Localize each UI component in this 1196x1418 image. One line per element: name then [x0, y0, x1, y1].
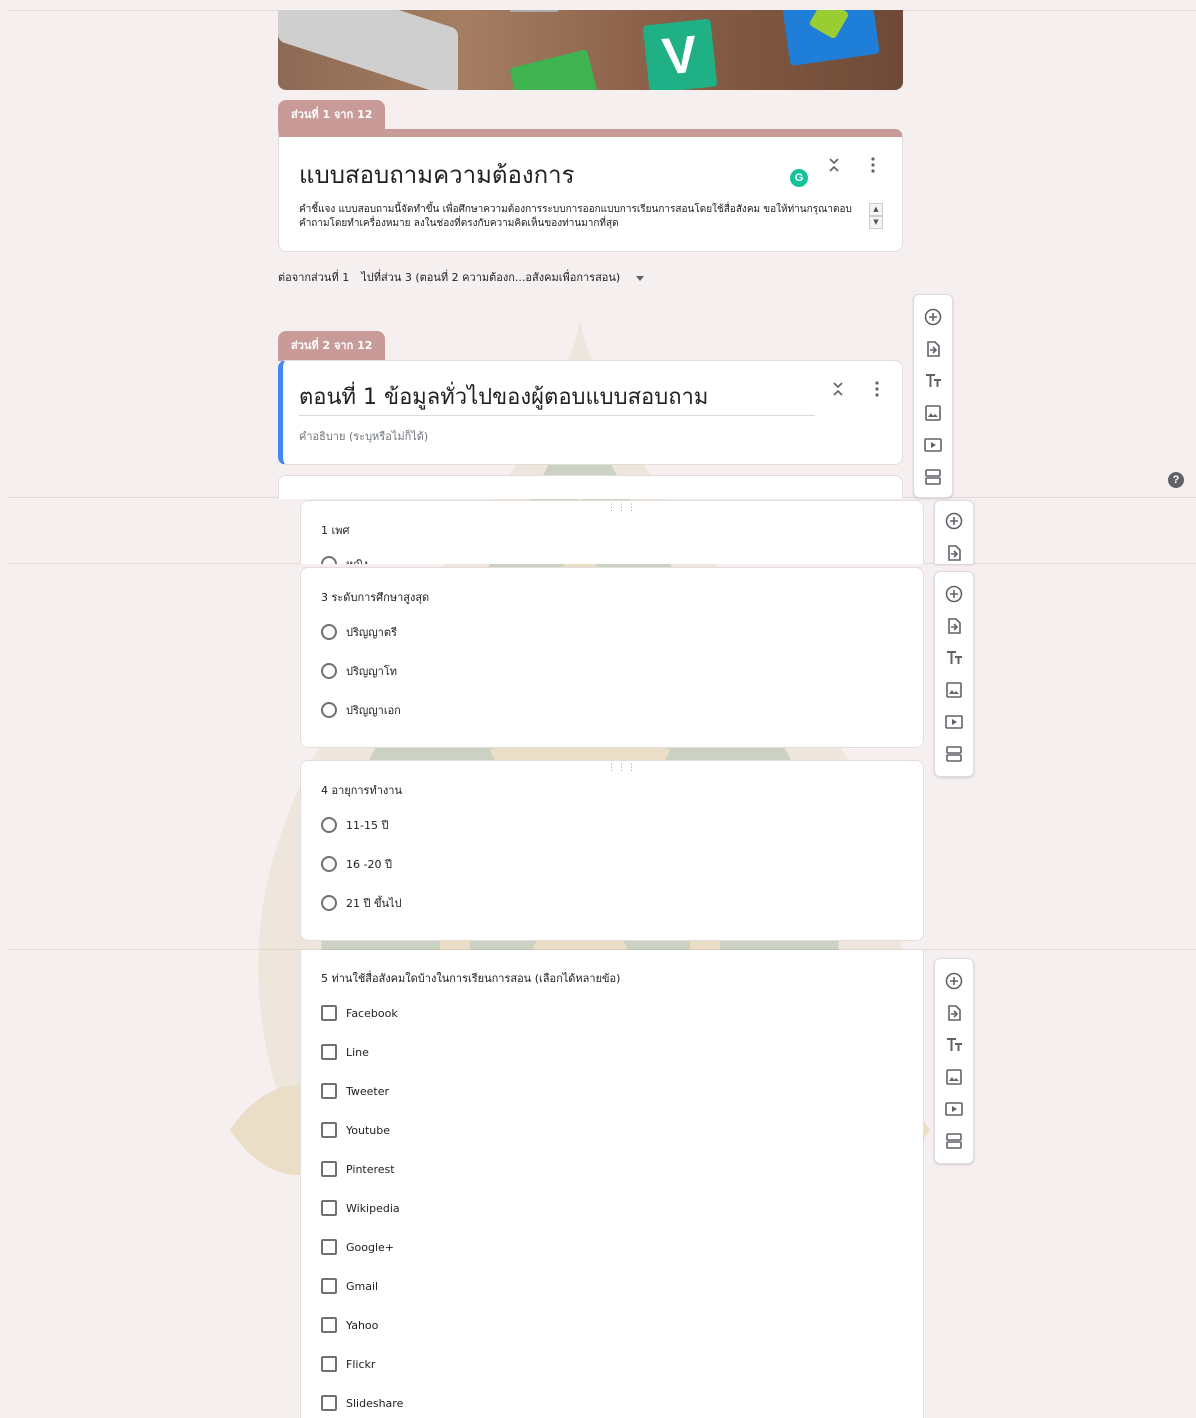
after-section-label: ต่อจากส่วนที่ 1 [278, 271, 350, 284]
collapse-icon[interactable] [828, 381, 848, 401]
radio-button[interactable] [321, 556, 337, 564]
option[interactable]: Gmail [321, 1277, 378, 1295]
add-section-icon[interactable] [944, 744, 964, 764]
help-icon[interactable]: ? [1168, 472, 1184, 488]
image-icon[interactable] [923, 403, 943, 423]
option[interactable]: Google+ [321, 1238, 394, 1256]
text-title-icon[interactable] [944, 648, 964, 668]
radio-button[interactable] [321, 895, 337, 911]
add-circle-icon[interactable] [944, 511, 964, 531]
option[interactable]: Wikipedia [321, 1199, 400, 1217]
section-1-tab: ส่วนที่ 1 จาก 12 [278, 100, 386, 130]
side-toolbar [934, 500, 974, 564]
option[interactable]: ปริญญาโท [321, 662, 397, 680]
text-title-icon[interactable] [923, 371, 943, 391]
question-title[interactable]: 1 เพศ [321, 521, 350, 539]
radio-button[interactable] [321, 856, 337, 872]
description-scrollbar[interactable]: ▲ ▼ [869, 203, 883, 231]
option[interactable]: Tweeter [321, 1082, 389, 1100]
section-1-card[interactable]: แบบสอบถามความต้องการ G คำชี้แจง แบบสอบถา… [278, 129, 903, 252]
header-banner-image[interactable]: V [278, 10, 903, 90]
option[interactable]: 21 ปี ขึ้นไป [321, 894, 402, 912]
option[interactable]: Yahoo [321, 1316, 378, 1334]
section-navigation[interactable]: ต่อจากส่วนที่ 1 ไปที่ส่วน 3 (ตอนที่ 2 ควา… [278, 268, 645, 286]
video-icon[interactable] [923, 435, 943, 455]
scroll-down-icon[interactable]: ▼ [869, 216, 883, 229]
video-icon[interactable] [944, 1099, 964, 1119]
side-toolbar [934, 571, 974, 777]
more-vert-icon[interactable] [863, 157, 883, 177]
laptop-graphic [278, 10, 458, 90]
section-description-input[interactable]: คำอธิบาย (ระบุหรือไม่ก็ได้) [299, 427, 428, 445]
radio-button[interactable] [321, 702, 337, 718]
option[interactable]: Flickr [321, 1355, 375, 1373]
radio-button[interactable] [321, 817, 337, 833]
checkbox[interactable] [321, 1317, 337, 1333]
add-section-icon[interactable] [944, 1131, 964, 1151]
drag-handle-icon[interactable]: ⋮⋮⋮ [607, 763, 637, 773]
form-description[interactable]: คำชี้แจง แบบสอบถามนี้จัดทำขึ้น เพื่อศึกษ… [299, 203, 865, 231]
radio-button[interactable] [321, 663, 337, 679]
grammarly-icon[interactable]: G [790, 169, 808, 187]
option[interactable]: Pinterest [321, 1160, 395, 1178]
checkbox[interactable] [321, 1005, 337, 1021]
section-title[interactable]: ตอนที่ 1 ข้อมูลทั่วไปของผู้ตอบแบบสอบถาม [299, 379, 708, 414]
collapse-icon[interactable] [824, 157, 844, 177]
video-icon[interactable] [944, 712, 964, 732]
image-icon[interactable] [944, 680, 964, 700]
text-title-icon[interactable] [944, 1035, 964, 1055]
question-card-partial[interactable] [278, 475, 903, 499]
side-toolbar [913, 294, 953, 498]
checkbox[interactable] [321, 1161, 337, 1177]
question-5-card[interactable]: 5 ท่านใช้สื่อสังคมใดบ้างในการเรียนการสอน… [300, 950, 924, 1418]
scroll-up-icon[interactable]: ▲ [869, 203, 883, 216]
whatsapp-tile [509, 49, 599, 90]
checkbox[interactable] [321, 1395, 337, 1411]
option[interactable]: Youtube [321, 1121, 390, 1139]
form-title[interactable]: แบบสอบถามความต้องการ [299, 155, 575, 194]
more-vert-icon[interactable] [867, 381, 887, 401]
add-circle-icon[interactable] [944, 971, 964, 991]
question-3-card[interactable]: 3 ระดับการศึกษาสูงสุด ปริญญาตรี ปริญญาโท… [300, 567, 924, 748]
question-4-card[interactable]: ⋮⋮⋮ 4 อายุการทำงาน 11-15 ปี 16 -20 ปี 21… [300, 760, 924, 941]
option[interactable]: 16 -20 ปี [321, 855, 392, 873]
question-title[interactable]: 4 อายุการทำงาน [321, 781, 402, 799]
import-question-icon[interactable] [944, 616, 964, 636]
add-circle-icon[interactable] [944, 584, 964, 604]
option[interactable]: 11-15 ปี [321, 816, 388, 834]
question-1-card[interactable]: ⋮⋮⋮ 1 เพศ หญิง [300, 500, 924, 564]
section-2-card[interactable]: ตอนที่ 1 ข้อมูลทั่วไปของผู้ตอบแบบสอบถาม … [278, 360, 903, 465]
add-section-icon[interactable] [923, 467, 943, 487]
checkbox[interactable] [321, 1122, 337, 1138]
question-title[interactable]: 5 ท่านใช้สื่อสังคมใดบ้างในการเรียนการสอน… [321, 969, 620, 987]
checkbox[interactable] [321, 1239, 337, 1255]
option[interactable]: Line [321, 1043, 369, 1061]
checkbox[interactable] [321, 1200, 337, 1216]
add-circle-icon[interactable] [923, 307, 943, 327]
import-question-icon[interactable] [944, 543, 964, 563]
checkbox[interactable] [321, 1356, 337, 1372]
checkbox[interactable] [321, 1083, 337, 1099]
side-toolbar [934, 958, 974, 1164]
option[interactable]: Facebook [321, 1004, 398, 1022]
checkbox[interactable] [321, 1044, 337, 1060]
drag-handle-icon[interactable]: ⋮⋮⋮ [607, 503, 637, 513]
section-2-tab: ส่วนที่ 2 จาก 12 [278, 331, 386, 361]
option[interactable]: Slideshare [321, 1394, 403, 1412]
option[interactable]: ปริญญาตรี [321, 623, 397, 641]
option[interactable]: หญิง [321, 555, 368, 564]
checkbox[interactable] [321, 1278, 337, 1294]
import-question-icon[interactable] [923, 339, 943, 359]
chevron-down-icon[interactable] [636, 275, 645, 281]
vine-tile: V [642, 18, 718, 90]
radio-button[interactable] [321, 624, 337, 640]
question-title[interactable]: 3 ระดับการศึกษาสูงสุด [321, 588, 429, 606]
goto-section-select[interactable]: ไปที่ส่วน 3 (ตอนที่ 2 ความต้องก...อสังคม… [361, 271, 620, 284]
option[interactable]: ปริญญาเอก [321, 701, 401, 719]
image-icon[interactable] [944, 1067, 964, 1087]
import-question-icon[interactable] [944, 1003, 964, 1023]
